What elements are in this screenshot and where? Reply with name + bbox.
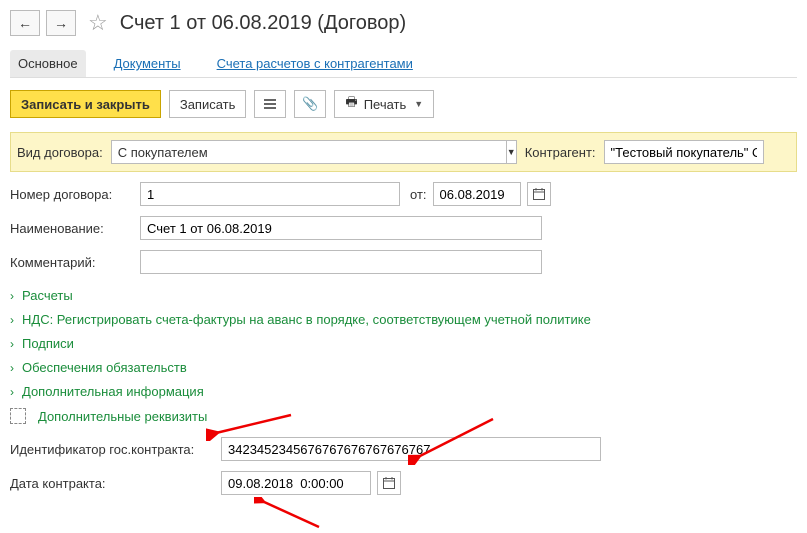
comment-label: Комментарий: bbox=[10, 255, 134, 270]
back-button[interactable]: ← bbox=[10, 10, 40, 36]
contract-type-value: С покупателем bbox=[118, 145, 208, 160]
tab-documents[interactable]: Документы bbox=[106, 50, 189, 77]
chevron-right-icon: › bbox=[10, 313, 14, 327]
chevron-right-icon: › bbox=[10, 289, 14, 303]
chevron-right-icon: › bbox=[10, 361, 14, 375]
comment-input[interactable] bbox=[140, 250, 542, 274]
number-input[interactable] bbox=[140, 182, 400, 206]
section-addreq[interactable]: Дополнительные реквизиты bbox=[10, 404, 797, 429]
from-label: от: bbox=[410, 187, 427, 202]
name-label: Наименование: bbox=[10, 221, 134, 236]
forward-button[interactable]: → bbox=[46, 10, 76, 36]
page-title: Счет 1 от 06.08.2019 (Договор) bbox=[120, 12, 406, 35]
tab-settlements[interactable]: Счета расчетов с контрагентами bbox=[209, 50, 421, 77]
annotation-arrow-icon bbox=[254, 497, 324, 533]
annotation-arrow-icon bbox=[408, 415, 498, 465]
from-date-input[interactable] bbox=[433, 182, 521, 206]
contract-type-select[interactable]: С покупателем bbox=[111, 140, 507, 164]
section-obl[interactable]: ›Обеспечения обязательств bbox=[10, 356, 797, 380]
list-button[interactable] bbox=[254, 90, 286, 118]
calendar-icon bbox=[533, 188, 545, 200]
print-button[interactable]: 🖶 Печать ▼ bbox=[334, 90, 434, 118]
print-label: Печать bbox=[364, 97, 407, 112]
checkbox-icon bbox=[10, 408, 26, 424]
contract-type-label: Вид договора: bbox=[17, 145, 103, 160]
printer-icon: 🖶 bbox=[345, 93, 357, 115]
number-label: Номер договора: bbox=[10, 187, 134, 202]
list-icon bbox=[263, 97, 277, 111]
chevron-down-icon: ▼ bbox=[507, 147, 516, 157]
chevron-down-icon: ▼ bbox=[414, 99, 423, 109]
contract-date-picker[interactable] bbox=[377, 471, 401, 495]
star-icon[interactable]: ☆ bbox=[88, 10, 108, 36]
chevron-right-icon: › bbox=[10, 337, 14, 351]
save-close-button[interactable]: Записать и закрыть bbox=[10, 90, 161, 118]
counterparty-label: Контрагент: bbox=[525, 145, 596, 160]
annotation-arrow-icon bbox=[206, 411, 296, 441]
chevron-right-icon: › bbox=[10, 385, 14, 399]
section-vat[interactable]: ›НДС: Регистрировать счета-фактуры на ав… bbox=[10, 308, 797, 332]
section-calc[interactable]: ›Расчеты bbox=[10, 284, 797, 308]
arrow-right-icon: → bbox=[54, 15, 68, 31]
calendar-icon bbox=[383, 477, 395, 489]
contract-date-input[interactable] bbox=[221, 471, 371, 495]
contract-date-label: Дата контракта: bbox=[10, 476, 215, 491]
name-input[interactable] bbox=[140, 216, 542, 240]
from-date-picker[interactable] bbox=[527, 182, 551, 206]
arrow-left-icon: ← bbox=[18, 15, 32, 31]
section-addinfo[interactable]: ›Дополнительная информация bbox=[10, 380, 797, 404]
paperclip-icon: 📎 bbox=[302, 96, 318, 112]
section-sign[interactable]: ›Подписи bbox=[10, 332, 797, 356]
attach-button[interactable]: 📎 bbox=[294, 90, 326, 118]
contract-type-dropdown[interactable]: ▼ bbox=[507, 140, 517, 164]
save-button[interactable]: Записать bbox=[169, 90, 247, 118]
gov-id-label: Идентификатор гос.контракта: bbox=[10, 442, 215, 457]
tab-main[interactable]: Основное bbox=[10, 50, 86, 77]
counterparty-input[interactable] bbox=[604, 140, 764, 164]
